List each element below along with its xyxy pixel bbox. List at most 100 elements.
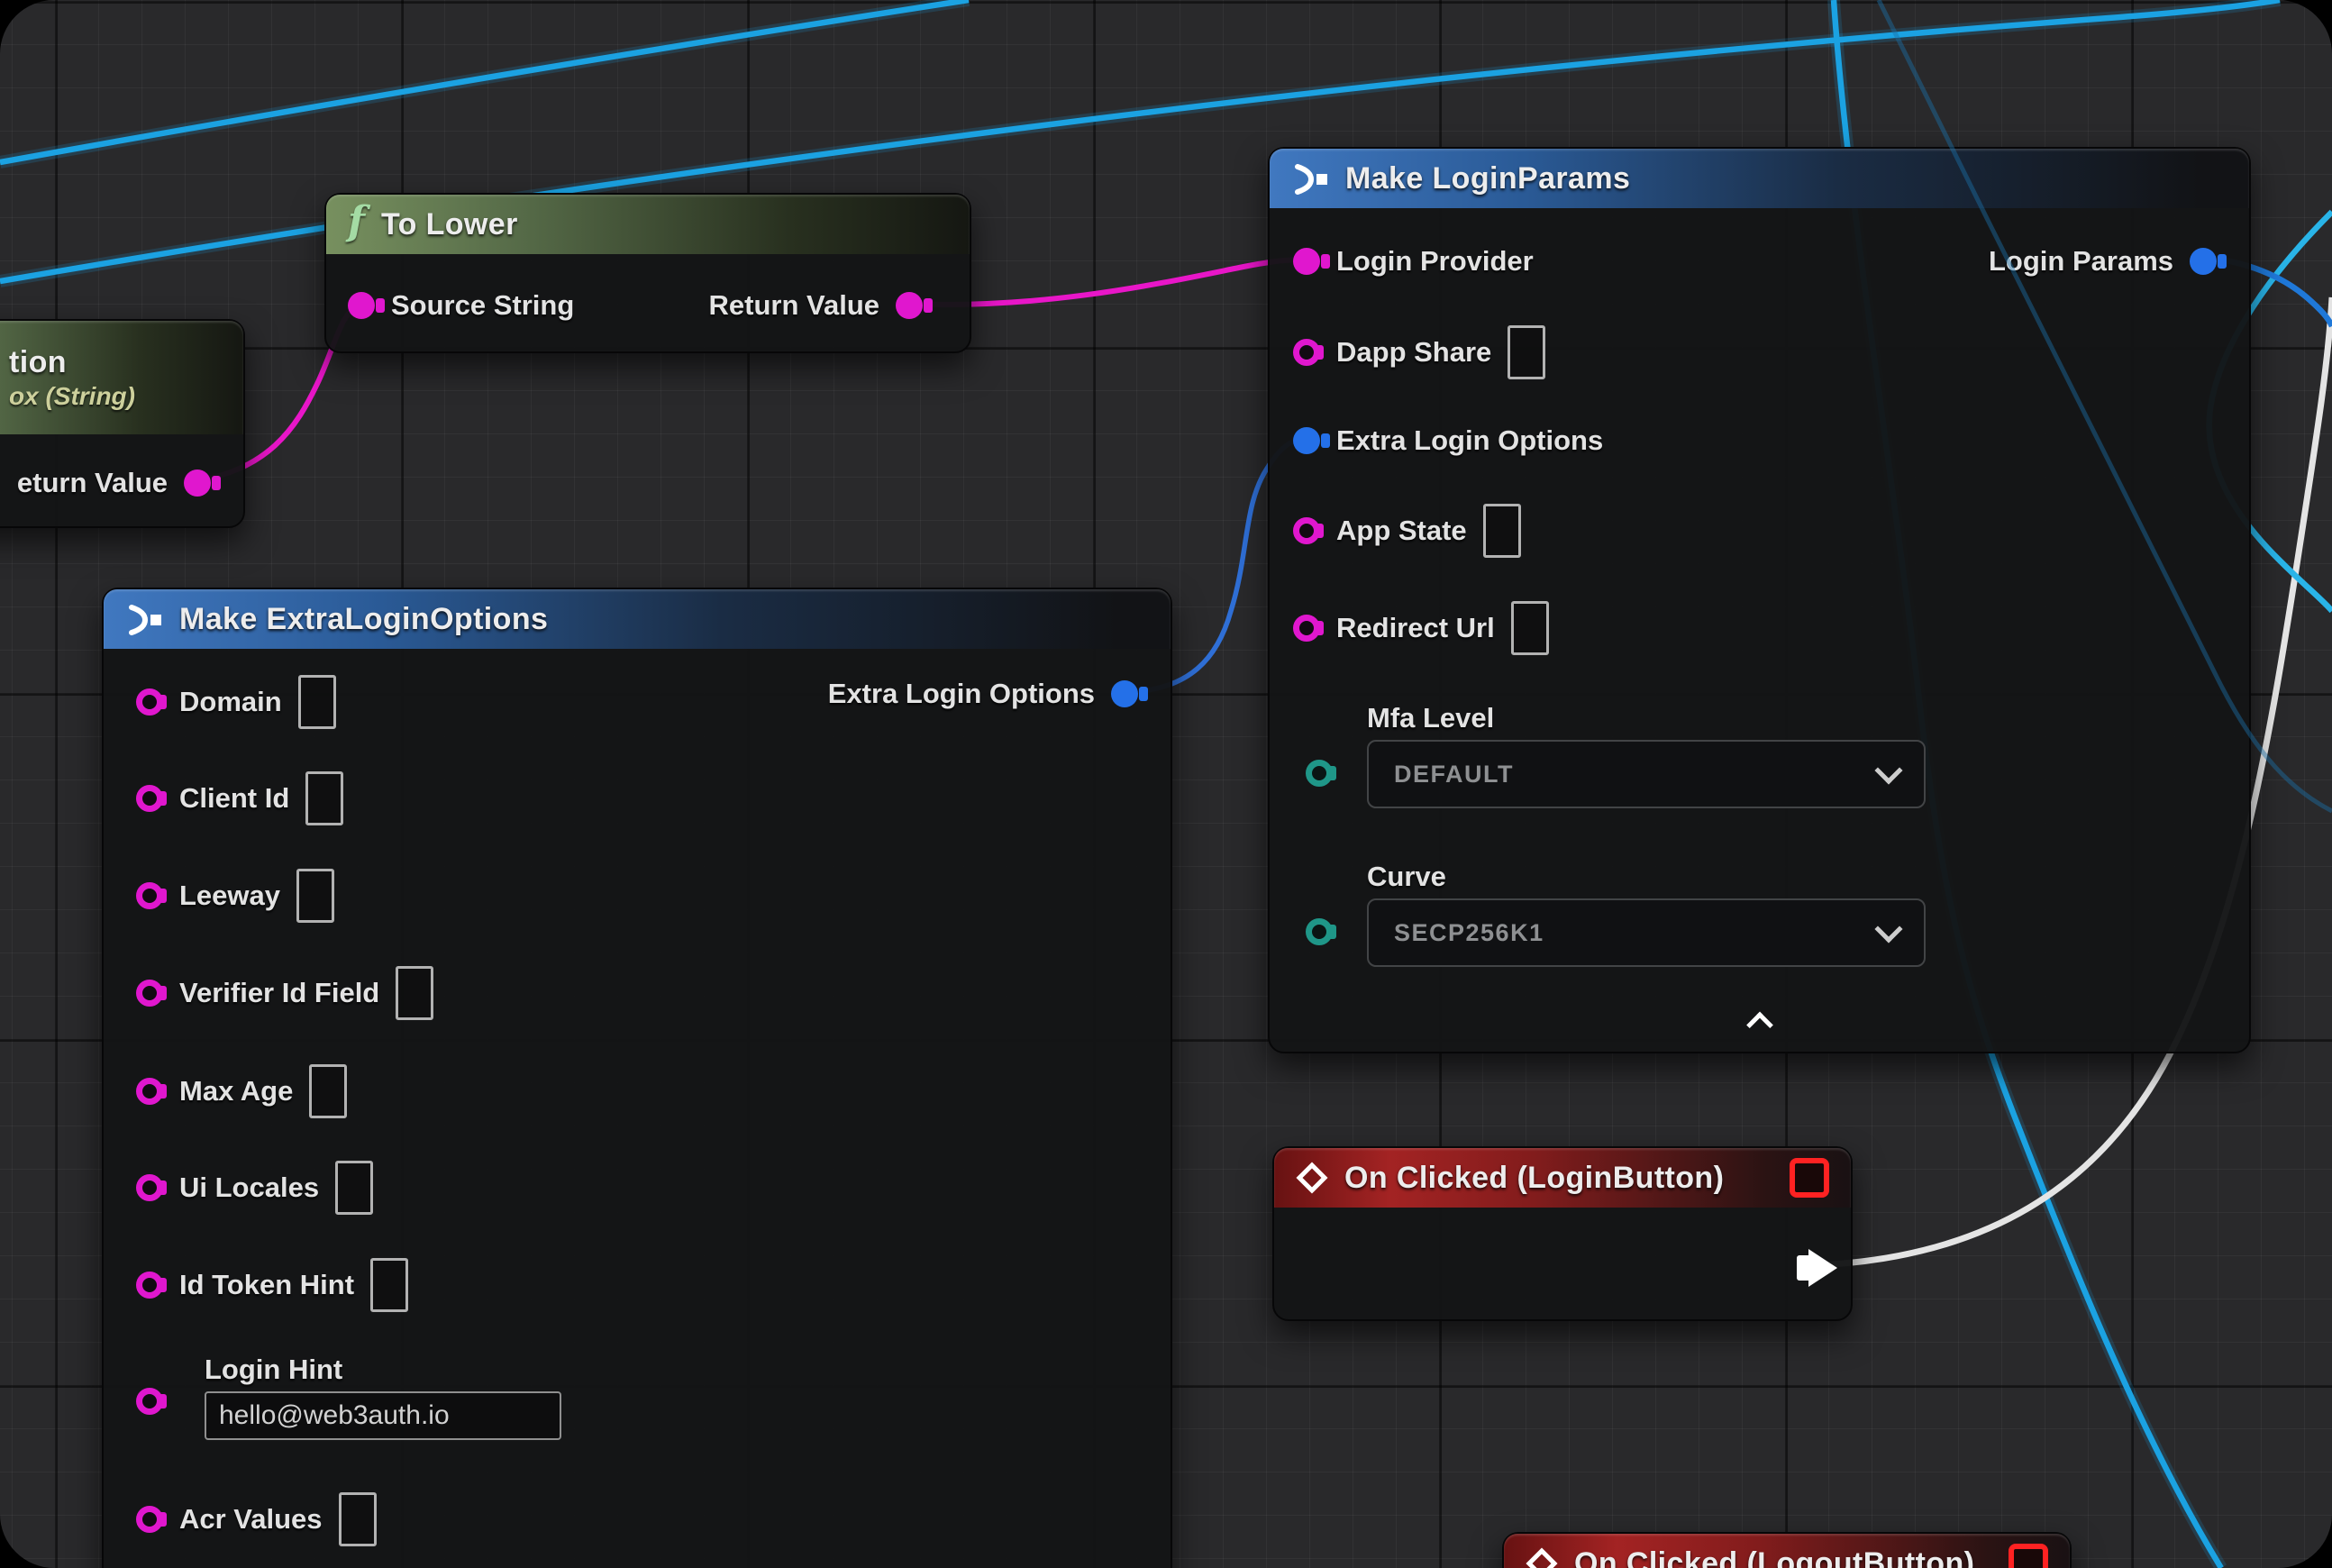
domain-pin[interactable] <box>136 688 163 716</box>
ui-locales-pin[interactable] <box>136 1174 163 1201</box>
pin-row-redirect-url: Redirect Url <box>1293 603 1549 653</box>
node-title: To Lower <box>381 207 518 242</box>
ui-locales-default-checkbox[interactable] <box>335 1161 373 1215</box>
pin-label: Redirect Url <box>1336 612 1495 644</box>
pin-row-ui-locales: Ui Locales <box>136 1162 373 1213</box>
node-title: tion <box>9 345 67 380</box>
dropdown-chevron-icon <box>1874 915 1902 943</box>
leeway-pin[interactable] <box>136 882 163 909</box>
return-value-pin[interactable] <box>184 469 211 497</box>
pin-label: Login Provider <box>1336 245 1534 278</box>
node-make-login-params[interactable]: Make LoginParams Login Params Login Prov… <box>1268 147 2251 1053</box>
node-subtitle: ox (String) <box>9 382 135 411</box>
pin-row-id-token-hint: Id Token Hint <box>136 1260 408 1310</box>
login-params-output-row: Login Params <box>1989 236 2217 287</box>
extra-login-options-output-row: Extra Login Options <box>828 669 1138 719</box>
max-age-default-checkbox[interactable] <box>309 1064 347 1118</box>
pin-row-max-age: Max Age <box>136 1066 347 1117</box>
pin-row-login-provider: Login Provider <box>1293 236 1534 287</box>
pin-label: Id Token Hint <box>179 1269 354 1301</box>
pin-label: Source String <box>391 289 574 322</box>
extra-login-options-output-pin[interactable] <box>1111 680 1138 707</box>
node-header: On Clicked (LogoutButton) <box>1504 1534 2070 1568</box>
delegate-pin[interactable] <box>1790 1158 1829 1198</box>
max-age-pin[interactable] <box>136 1078 163 1105</box>
pin-label: eturn Value <box>17 467 168 499</box>
pin-label: Dapp Share <box>1336 336 1491 369</box>
function-icon: f <box>348 202 365 242</box>
make-struct-icon <box>1291 164 1329 195</box>
curve-label: Curve <box>1367 861 1446 893</box>
pin-label: Extra Login Options <box>828 678 1095 710</box>
make-struct-icon <box>125 605 163 635</box>
login-hint-pin[interactable] <box>136 1388 163 1415</box>
node-header: On Clicked (LoginButton) <box>1274 1148 1851 1208</box>
curve-dropdown[interactable]: SECP256K1 <box>1367 898 1926 967</box>
event-icon <box>1526 1547 1558 1568</box>
pin-row-domain: Domain <box>136 677 336 727</box>
pin-label: Domain <box>179 686 282 718</box>
pin-label: Max Age <box>179 1075 293 1108</box>
dapp-share-pin[interactable] <box>1293 339 1320 366</box>
node-title: Make LoginParams <box>1345 161 1630 196</box>
blueprint-canvas[interactable]: tion ox (String) eturn Value f To Lower … <box>0 0 2332 1568</box>
id-token-hint-pin[interactable] <box>136 1272 163 1299</box>
verifier-id-field-pin[interactable] <box>136 980 163 1007</box>
node-title: On Clicked (LogoutButton) <box>1574 1546 1974 1568</box>
redirect-url-pin[interactable] <box>1293 615 1320 642</box>
domain-default-checkbox[interactable] <box>298 675 336 729</box>
delegate-pin[interactable] <box>2009 1544 2048 1568</box>
client-id-pin[interactable] <box>136 785 163 812</box>
pin-row-dapp-share: Dapp Share <box>1293 327 1545 378</box>
redirect-url-default-checkbox[interactable] <box>1511 601 1549 655</box>
mfa-level-value: DEFAULT <box>1394 761 1514 789</box>
exec-output-pin[interactable] <box>1797 1249 1840 1287</box>
dapp-share-default-checkbox[interactable] <box>1508 325 1545 379</box>
node-on-clicked-logout-button[interactable]: On Clicked (LogoutButton) <box>1502 1532 2072 1568</box>
login-params-output-pin[interactable] <box>2190 248 2217 275</box>
source-string-pin[interactable] <box>348 292 375 319</box>
acr-values-pin[interactable] <box>136 1506 163 1533</box>
client-id-default-checkbox[interactable] <box>305 771 343 825</box>
pin-label: Return Value <box>709 289 880 322</box>
extra-login-options-input-pin[interactable] <box>1293 427 1320 454</box>
app-state-pin[interactable] <box>1293 517 1320 544</box>
source-string-row: Source String <box>348 280 574 331</box>
mfa-level-label: Mfa Level <box>1367 702 1494 734</box>
acr-values-default-checkbox[interactable] <box>339 1492 377 1546</box>
login-provider-pin[interactable] <box>1293 248 1320 275</box>
app-state-default-checkbox[interactable] <box>1483 504 1521 558</box>
login-hint-label: Login Hint <box>205 1354 342 1386</box>
pin-label: Verifier Id Field <box>179 977 379 1009</box>
node-to-lower[interactable]: f To Lower Source String Return Value <box>324 193 971 353</box>
pin-row-acr-values: Acr Values <box>136 1494 377 1545</box>
node-header: tion ox (String) <box>0 321 243 434</box>
mfa-level-pin[interactable] <box>1306 760 1333 787</box>
node-on-clicked-login-button[interactable]: On Clicked (LoginButton) <box>1272 1146 1853 1321</box>
return-value-output-row: eturn Value <box>17 458 211 508</box>
node-text-getter[interactable]: tion ox (String) eturn Value <box>0 319 245 528</box>
node-make-extra-login-options[interactable]: Make ExtraLoginOptions Extra Login Optio… <box>102 588 1172 1568</box>
node-header: Make LoginParams <box>1270 149 2249 208</box>
pin-row-app-state: App State <box>1293 506 1521 556</box>
id-token-hint-default-checkbox[interactable] <box>370 1258 408 1312</box>
collapse-chevron-icon[interactable] <box>1746 1012 1773 1039</box>
return-value-pin[interactable] <box>896 292 923 319</box>
pin-label: Ui Locales <box>179 1171 319 1204</box>
pin-label: Login Params <box>1989 245 2173 278</box>
pin-row-extra-login-options: Extra Login Options <box>1293 415 1603 466</box>
return-value-output-row: Return Value <box>709 280 924 331</box>
mfa-level-dropdown[interactable]: DEFAULT <box>1367 740 1926 808</box>
node-header: Make ExtraLoginOptions <box>104 589 1171 649</box>
pin-label: Acr Values <box>179 1503 323 1536</box>
curve-pin[interactable] <box>1306 918 1333 945</box>
pin-label: App State <box>1336 515 1467 547</box>
pin-label: Leeway <box>179 880 280 912</box>
leeway-default-checkbox[interactable] <box>296 869 334 923</box>
login-hint-input[interactable] <box>205 1391 561 1440</box>
curve-value: SECP256K1 <box>1394 919 1544 947</box>
node-title: On Clicked (LoginButton) <box>1344 1161 1724 1196</box>
verifier-id-field-default-checkbox[interactable] <box>396 966 433 1020</box>
node-title: Make ExtraLoginOptions <box>179 602 548 637</box>
node-header: f To Lower <box>326 195 970 254</box>
